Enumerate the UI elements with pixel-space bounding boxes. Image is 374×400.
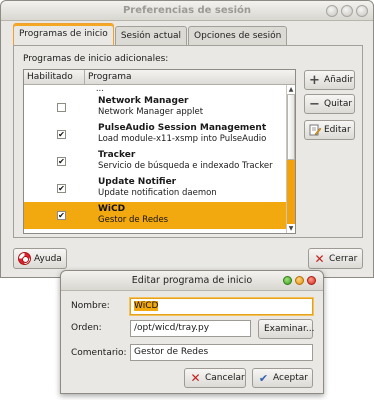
enabled-checkbox[interactable] [57, 103, 66, 112]
enabled-checkbox[interactable]: ✔ [57, 184, 66, 193]
edit-document-icon [308, 124, 321, 137]
close-button[interactable]: ✕ Cerrar [308, 248, 363, 269]
command-label: Orden: [71, 323, 102, 333]
close-window-icon[interactable] [356, 5, 368, 17]
cancel-button[interactable]: ✕ Cancelar [184, 368, 246, 388]
list-item[interactable]: ✔ Update Notifier Update notification da… [24, 175, 295, 202]
list-header: Habilitado Programa [24, 70, 295, 85]
program-description: Gestor de Redes [98, 215, 169, 225]
dialog-title: Editar programa de inicio [131, 275, 253, 286]
enabled-checkbox[interactable]: ✔ [57, 157, 66, 166]
browse-button[interactable]: Examinar... [258, 319, 314, 339]
list-item[interactable]: ✔ Tracker Servicio de búsqueda e indexad… [24, 148, 295, 175]
help-button[interactable]: Ayuda [13, 248, 67, 269]
accept-check-icon: ✔ [258, 371, 269, 385]
program-name: PulseAudio Session Management [98, 123, 267, 133]
program-description: Load module-x11-xsmp into PulseAudio [98, 134, 267, 144]
program-name: WiCD [98, 204, 126, 214]
dialog-titlebar[interactable]: Editar programa de inicio [61, 271, 323, 291]
list-item[interactable]: Controle y monitorice el servicio de bús… [24, 85, 295, 94]
scroll-down-arrow-icon[interactable]: ▼ [287, 224, 295, 233]
main-window-title: Preferencias de sesión [122, 5, 252, 16]
list-scrollbar[interactable]: ▲ ▼ [286, 85, 295, 233]
program-description: Network Manager applet [98, 107, 204, 117]
dialog-minimize-icon[interactable] [295, 276, 304, 285]
dialog-window-controls [283, 276, 316, 285]
program-description: Controle y monitorice el servicio de bús… [95, 85, 104, 94]
list-item-selected[interactable]: ✔ WiCD Gestor de Redes [24, 202, 295, 229]
plus-icon: + [309, 72, 320, 88]
comment-field[interactable]: Gestor de Redes [130, 344, 313, 361]
tab-startup-programs[interactable]: Programas de inicio [13, 23, 114, 45]
startup-programs-list[interactable]: Habilitado Programa Controle y monitoric… [23, 69, 296, 234]
column-header-enabled[interactable]: Habilitado [24, 70, 85, 84]
cancel-icon: ✕ [190, 371, 201, 385]
tab-session-options[interactable]: Opciones de sesión [188, 26, 288, 45]
tab-bar: Programas de inicio Sesión actual Opcion… [13, 23, 288, 45]
edit-startup-program-dialog: Editar programa de inicio Nombre: WiCD O… [60, 270, 324, 394]
list-item[interactable]: ✔ PulseAudio Session Management Load mod… [24, 121, 295, 148]
command-field[interactable]: /opt/wicd/tray.py [130, 320, 251, 337]
session-preferences-window: Preferencias de sesión Programas de inic… [0, 0, 374, 278]
main-titlebar[interactable]: Preferencias de sesión [1, 1, 373, 21]
close-icon: ✕ [314, 251, 325, 266]
add-button[interactable]: + Añadir [304, 70, 355, 90]
column-header-program[interactable]: Programa [85, 70, 132, 84]
program-name: Tracker [98, 150, 136, 160]
accept-button[interactable]: ✔ Aceptar [252, 368, 313, 388]
dialog-close-icon[interactable] [307, 276, 316, 285]
main-window-controls [326, 5, 368, 17]
startup-programs-panel: Programas de inicio adicionales: Habilit… [13, 45, 363, 238]
name-label: Nombre: [71, 301, 110, 311]
help-lifebuoy-icon [18, 252, 31, 265]
scrollbar-thumb[interactable] [287, 94, 295, 160]
minimize-icon[interactable] [326, 5, 338, 17]
minus-icon: − [309, 96, 320, 112]
enabled-checkbox[interactable]: ✔ [57, 130, 66, 139]
comment-label: Comentario: [71, 348, 127, 358]
program-description: Update notification daemon [98, 188, 217, 198]
maximize-icon[interactable] [341, 5, 353, 17]
section-label: Programas de inicio adicionales: [23, 54, 169, 64]
name-field[interactable]: WiCD [130, 298, 313, 315]
enabled-checkbox[interactable]: ✔ [57, 211, 66, 220]
remove-button[interactable]: − Quitar [304, 94, 355, 114]
scroll-up-arrow-icon[interactable]: ▲ [287, 85, 295, 94]
program-name: Network Manager [98, 96, 189, 106]
name-field-value: WiCD [134, 301, 159, 311]
list-item[interactable]: Network Manager Network Manager applet [24, 94, 295, 121]
edit-button[interactable]: Editar [304, 120, 355, 140]
program-name: Update Notifier [98, 177, 177, 187]
dialog-maximize-icon[interactable] [283, 276, 292, 285]
program-description: Servicio de búsqueda e indexado Tracker [98, 161, 273, 171]
tab-current-session[interactable]: Sesión actual [114, 26, 188, 45]
